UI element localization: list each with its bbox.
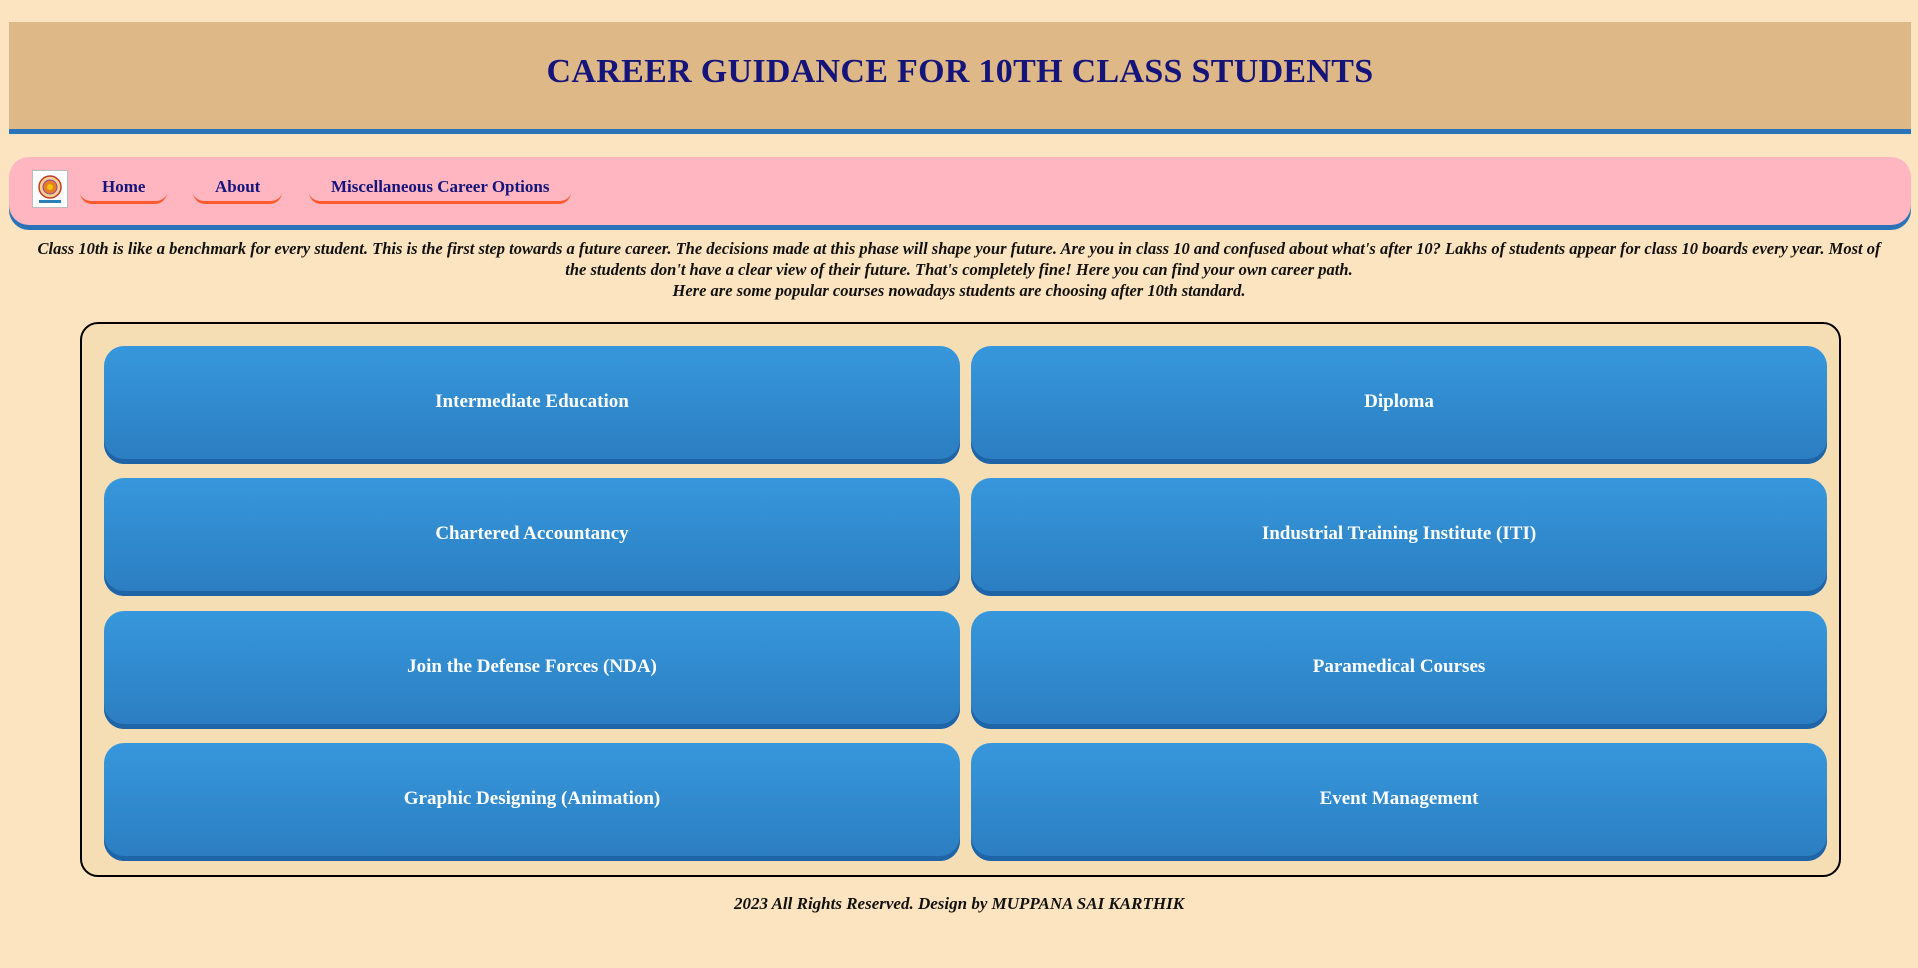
college-emblem-icon[interactable] — [32, 170, 68, 208]
course-button-defense-forces[interactable]: Join the Defense Forces (NDA) — [104, 611, 960, 729]
courses-panel: Intermediate Education Diploma Chartered… — [80, 322, 1841, 877]
course-button-event-management[interactable]: Event Management — [971, 743, 1827, 861]
course-label: Intermediate Education — [435, 391, 629, 412]
navbar: Home About Miscellaneous Career Options — [9, 157, 1911, 225]
intro-paragraph: Class 10th is like a benchmark for every… — [37, 239, 1881, 279]
course-button-intermediate-education[interactable]: Intermediate Education — [104, 346, 960, 464]
course-label: Paramedical Courses — [1312, 656, 1486, 677]
course-label: Chartered Accountancy — [435, 523, 629, 544]
nav-link-home[interactable]: Home — [80, 174, 168, 204]
course-label: Event Management — [1319, 788, 1479, 809]
course-button-paramedical[interactable]: Paramedical Courses — [971, 611, 1827, 729]
footer-text: 2023 All Rights Reserved. Design by MUPP… — [733, 894, 1185, 913]
course-button-graphic-designing[interactable]: Graphic Designing (Animation) — [104, 743, 960, 861]
intro-subline: Here are some popular courses nowadays s… — [672, 281, 1246, 300]
nav-link-about[interactable]: About — [193, 174, 283, 204]
page-header: CAREER GUIDANCE FOR 10TH CLASS STUDENTS — [9, 22, 1911, 134]
nav-link-miscellaneous-career-options[interactable]: Miscellaneous Career Options — [309, 174, 572, 204]
course-button-diploma[interactable]: Diploma — [971, 346, 1827, 464]
course-button-chartered-accountancy[interactable]: Chartered Accountancy — [104, 478, 960, 596]
course-label: Graphic Designing (Animation) — [403, 788, 661, 809]
course-button-iti[interactable]: Industrial Training Institute (ITI) — [971, 478, 1827, 596]
course-label: Diploma — [1364, 391, 1434, 412]
course-label: Industrial Training Institute (ITI) — [1261, 523, 1537, 544]
course-label: Join the Defense Forces (NDA) — [407, 656, 657, 677]
intro-section: Class 10th is like a benchmark for every… — [30, 238, 1888, 301]
page-title: CAREER GUIDANCE FOR 10TH CLASS STUDENTS — [546, 52, 1374, 90]
